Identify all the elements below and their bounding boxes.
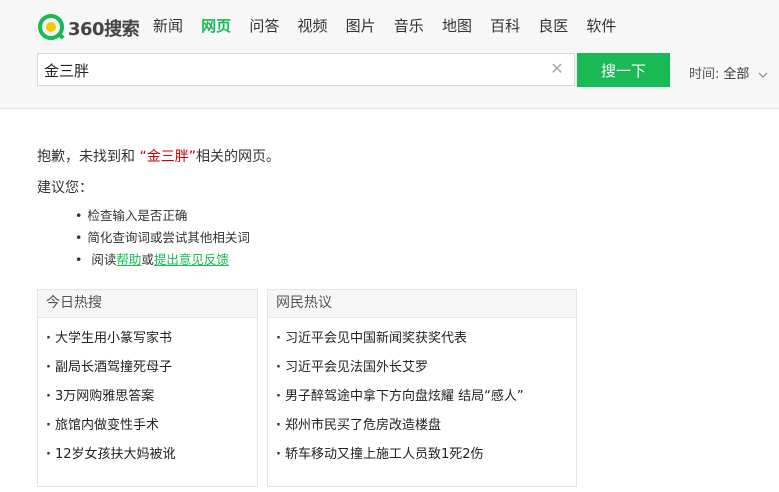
- logo-ring-icon: [38, 14, 65, 40]
- netizen-hot-link[interactable]: 习近平会见中国新闻奖获奖代表: [285, 331, 467, 346]
- list-item[interactable]: 轿车移动又撞上施工人员致1死2伤: [276, 440, 576, 469]
- netizen-hot-link[interactable]: 轿车移动又撞上施工人员致1死2伤: [285, 447, 484, 462]
- list-item[interactable]: 郑州市民买了危房改造楼盘: [276, 411, 576, 440]
- list-item[interactable]: 大学生用小篆写家书: [46, 324, 257, 353]
- today-hot-link[interactable]: 12岁女孩扶大妈被讹: [55, 447, 176, 462]
- suggest-item-read: 阅读帮助或提出意见反馈: [75, 249, 250, 271]
- chevron-down-icon: [758, 72, 767, 78]
- no-results-suffix: 相关的网页。: [195, 149, 280, 165]
- nav-item-qa[interactable]: 问答: [249, 16, 279, 36]
- suggest-title: 建议您：: [37, 180, 93, 196]
- today-hot-link[interactable]: 副局长酒驾撞死母子: [55, 360, 172, 375]
- clear-icon[interactable]: ✕: [548, 60, 566, 78]
- logo-text: 360搜索: [68, 19, 140, 40]
- no-results-prefix: 抱歉，未找到和: [37, 149, 140, 165]
- time-filter-value: 全部: [723, 67, 750, 82]
- help-link[interactable]: 帮助: [116, 252, 141, 267]
- suggest-list: 检查输入是否正确 简化查询词或尝试其他相关词 阅读帮助或提出意见反馈: [75, 205, 250, 271]
- netizen-hot-title: 网民热议: [268, 290, 576, 318]
- today-hot-link[interactable]: 旅馆内做变性手术: [55, 418, 159, 433]
- search-input[interactable]: [44, 59, 544, 81]
- today-hot-link[interactable]: 3万网购雅思答案: [55, 389, 154, 404]
- today-hot-list: 大学生用小篆写家书 副局长酒驾撞死母子 3万网购雅思答案 旅馆内做变性手术 12…: [38, 324, 257, 469]
- netizen-hot-list: 习近平会见中国新闻奖获奖代表 习近平会见法国外长艾罗 男子醉驾途中拿下方向盘炫耀…: [268, 324, 576, 469]
- no-results-query: “金三胖”: [139, 149, 196, 165]
- netizen-hot-link[interactable]: 男子醉驾途中拿下方向盘炫耀 结局“感人”: [285, 389, 524, 404]
- search-button[interactable]: 搜一下: [577, 53, 670, 87]
- suggest-read-prefix: 阅读: [91, 252, 117, 267]
- suggest-item-check: 检查输入是否正确: [75, 205, 250, 227]
- feedback-link[interactable]: 提出意见反馈: [154, 252, 229, 267]
- today-hot-title: 今日热搜: [38, 290, 257, 318]
- list-item[interactable]: 习近平会见法国外长艾罗: [276, 353, 576, 382]
- netizen-hot-panel: 网民热议 习近平会见中国新闻奖获奖代表 习近平会见法国外长艾罗 男子醉驾途中拿下…: [267, 289, 577, 487]
- nav-item-music[interactable]: 音乐: [394, 16, 424, 36]
- nav-item-video[interactable]: 视频: [297, 16, 327, 36]
- no-results-message: 抱歉，未找到和 “金三胖”相关的网页。: [37, 146, 280, 166]
- header: 360搜索 新闻 网页 问答 视频 图片 音乐 地图 百科 良医 软件 ✕ 搜一…: [0, 0, 779, 109]
- nav-item-doctor[interactable]: 良医: [538, 16, 568, 36]
- nav-item-baike[interactable]: 百科: [490, 16, 520, 36]
- time-filter[interactable]: 时间: 全部: [689, 63, 768, 82]
- nav-item-map[interactable]: 地图: [442, 16, 472, 36]
- nav-item-news[interactable]: 新闻: [153, 16, 183, 36]
- suggest-or: 或: [141, 252, 154, 267]
- search-box: ✕: [37, 53, 575, 86]
- list-item[interactable]: 副局长酒驾撞死母子: [46, 353, 257, 382]
- list-item[interactable]: 习近平会见中国新闻奖获奖代表: [276, 324, 576, 353]
- list-item[interactable]: 男子醉驾途中拿下方向盘炫耀 结局“感人”: [276, 382, 576, 411]
- nav-item-web[interactable]: 网页: [201, 16, 231, 36]
- suggest-item-simplify: 简化查询词或尝试其他相关词: [75, 227, 250, 249]
- time-filter-label: 时间:: [689, 67, 720, 82]
- today-hot-panel: 今日热搜 大学生用小篆写家书 副局长酒驾撞死母子 3万网购雅思答案 旅馆内做变性…: [37, 289, 258, 487]
- today-hot-link[interactable]: 大学生用小篆写家书: [55, 331, 172, 346]
- list-item[interactable]: 旅馆内做变性手术: [46, 411, 257, 440]
- nav-bar: 新闻 网页 问答 视频 图片 音乐 地图 百科 良医 软件: [153, 16, 630, 36]
- list-item[interactable]: 3万网购雅思答案: [46, 382, 257, 411]
- netizen-hot-link[interactable]: 郑州市民买了危房改造楼盘: [285, 418, 441, 433]
- nav-item-software[interactable]: 软件: [586, 16, 616, 36]
- netizen-hot-link[interactable]: 习近平会见法国外长艾罗: [285, 360, 428, 375]
- nav-item-image[interactable]: 图片: [346, 16, 376, 36]
- list-item[interactable]: 12岁女孩扶大妈被讹: [46, 440, 257, 469]
